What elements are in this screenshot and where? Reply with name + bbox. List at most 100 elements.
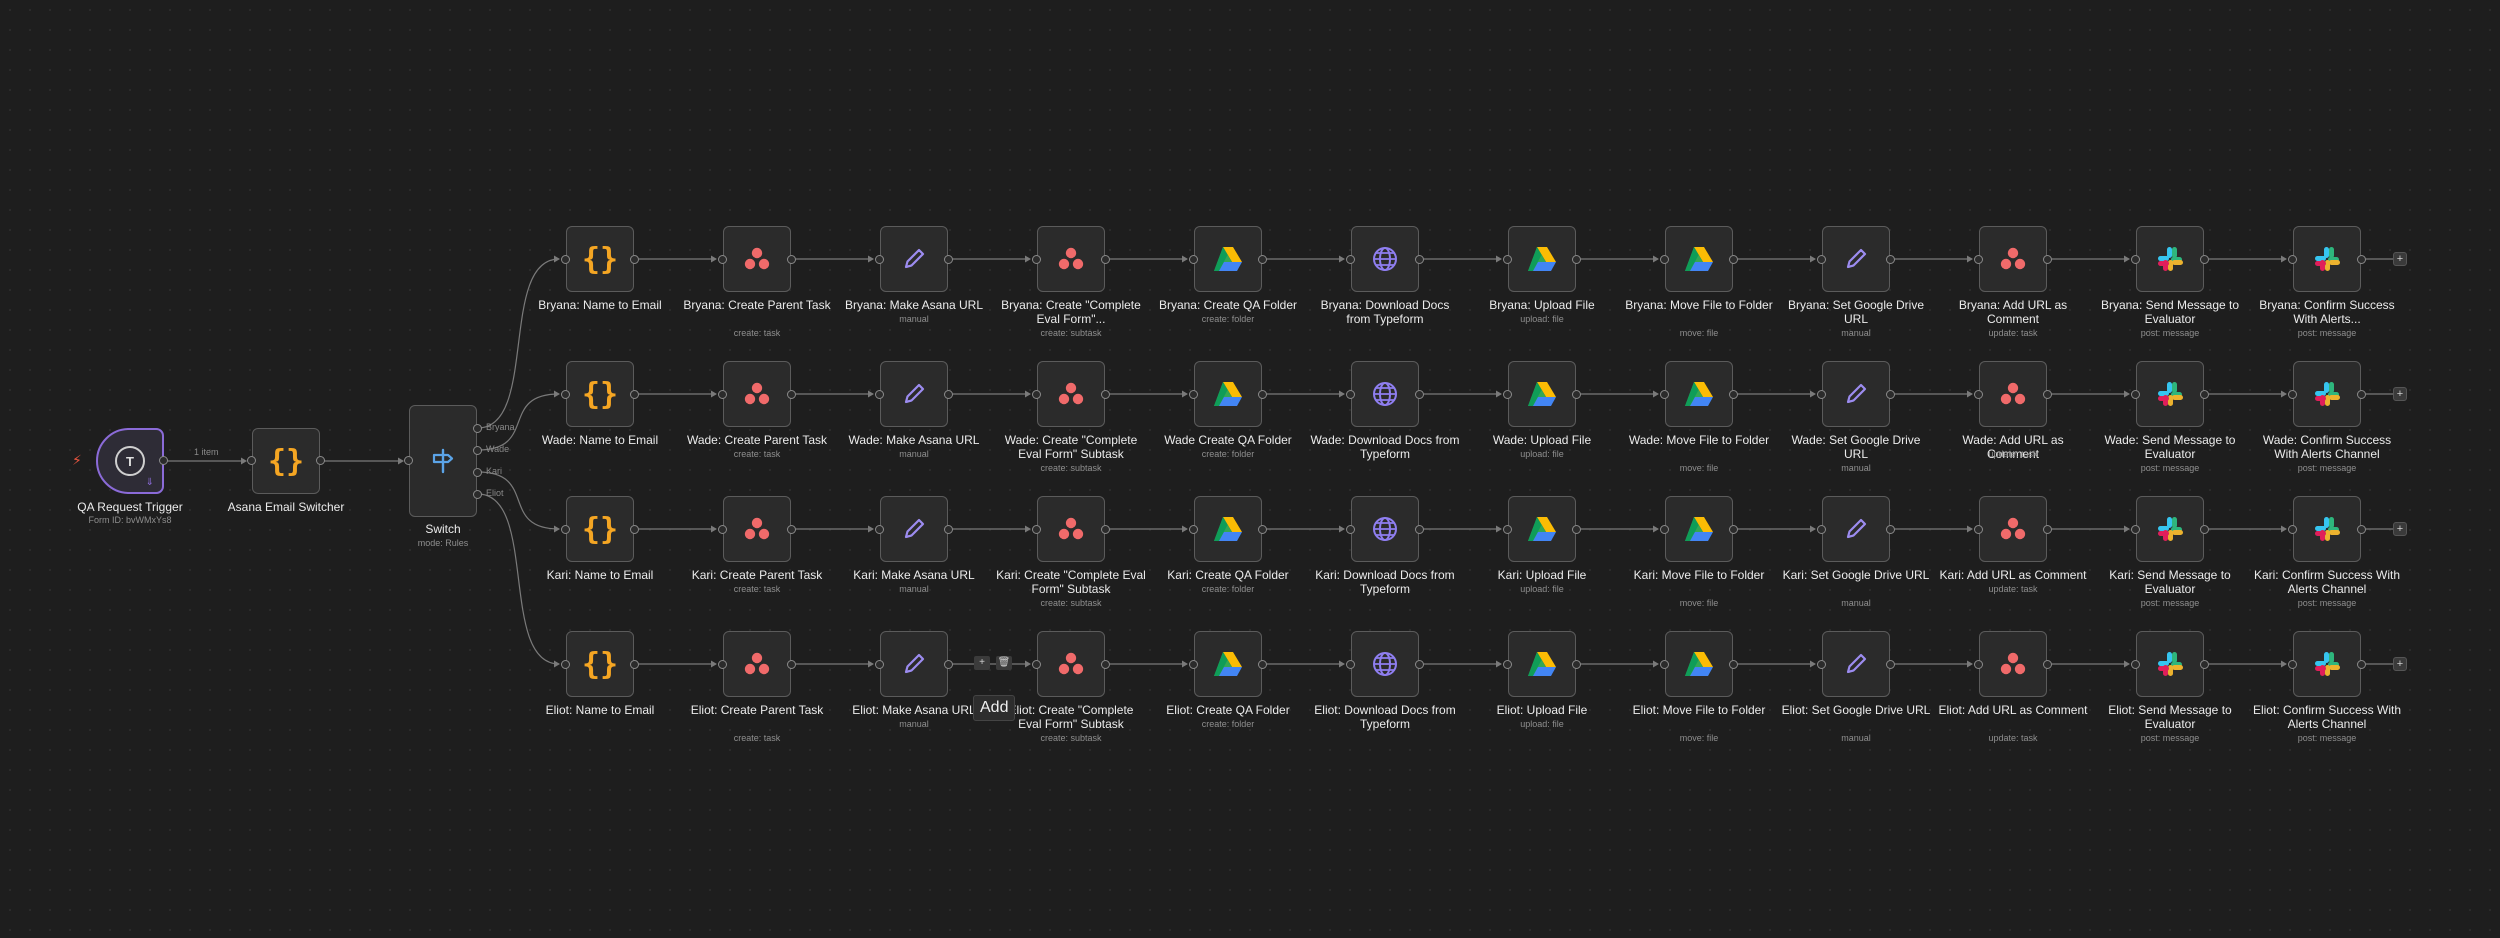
output-port[interactable] xyxy=(1101,389,1110,399)
node-wade-edit-8[interactable] xyxy=(1822,361,1890,427)
node-wade-asana-3[interactable] xyxy=(1037,361,1105,427)
input-port[interactable] xyxy=(2288,254,2297,264)
output-port[interactable] xyxy=(2357,254,2366,264)
output-port[interactable] xyxy=(630,659,639,669)
output-port[interactable] xyxy=(1415,254,1424,264)
node-kari-drive-6[interactable] xyxy=(1508,496,1576,562)
output-port[interactable] xyxy=(630,389,639,399)
edge-add-button[interactable]: + xyxy=(974,656,990,670)
output-port[interactable] xyxy=(787,524,796,534)
input-port[interactable] xyxy=(561,659,570,669)
node-kari-drive-4[interactable] xyxy=(1194,496,1262,562)
input-port[interactable] xyxy=(1189,659,1198,669)
node-kari-slack-10[interactable] xyxy=(2136,496,2204,562)
trigger-output-port[interactable] xyxy=(159,456,168,465)
node-kari-edit-2[interactable] xyxy=(880,496,948,562)
switch-node[interactable] xyxy=(409,405,477,517)
workflow-canvas[interactable]: ⚡ T ⇓ QA Request Trigger Form ID: bvWMxY… xyxy=(0,0,2500,938)
input-port[interactable] xyxy=(875,659,884,669)
output-port[interactable] xyxy=(2200,659,2209,669)
node-bryana-globe-5[interactable] xyxy=(1351,226,1419,292)
node-eliot-slack-10[interactable] xyxy=(2136,631,2204,697)
output-port[interactable] xyxy=(944,254,953,264)
connection-wire[interactable] xyxy=(477,258,560,429)
node-wade-globe-5[interactable] xyxy=(1351,361,1419,427)
input-port[interactable] xyxy=(1032,659,1041,669)
node-eliot-globe-5[interactable] xyxy=(1351,631,1419,697)
node-kari-asana-1[interactable] xyxy=(723,496,791,562)
node-wade-drive-7[interactable] xyxy=(1665,361,1733,427)
output-port[interactable] xyxy=(1729,659,1738,669)
output-port[interactable] xyxy=(1101,524,1110,534)
node-kari-slack-11[interactable] xyxy=(2293,496,2361,562)
node-wade-slack-10[interactable] xyxy=(2136,361,2204,427)
node-bryana-slack-11[interactable] xyxy=(2293,226,2361,292)
node-bryana-code-0[interactable]: {} xyxy=(566,226,634,292)
node-wade-slack-11[interactable] xyxy=(2293,361,2361,427)
node-bryana-drive-6[interactable] xyxy=(1508,226,1576,292)
node-eliot-edit-8[interactable] xyxy=(1822,631,1890,697)
switch-input-port[interactable] xyxy=(404,456,413,465)
input-port[interactable] xyxy=(875,254,884,264)
node-bryana-slack-10[interactable] xyxy=(2136,226,2204,292)
connection-wire[interactable] xyxy=(477,471,560,530)
input-port[interactable] xyxy=(2131,389,2140,399)
input-port[interactable] xyxy=(2288,524,2297,534)
output-port[interactable] xyxy=(1258,254,1267,264)
output-port[interactable] xyxy=(1886,659,1895,669)
input-port[interactable] xyxy=(1346,524,1355,534)
node-eliot-drive-6[interactable] xyxy=(1508,631,1576,697)
node-bryana-asana-1[interactable] xyxy=(723,226,791,292)
node-bryana-drive-7[interactable] xyxy=(1665,226,1733,292)
input-port[interactable] xyxy=(1503,524,1512,534)
input-port[interactable] xyxy=(2288,659,2297,669)
output-port[interactable] xyxy=(2357,659,2366,669)
node-eliot-slack-11[interactable] xyxy=(2293,631,2361,697)
switch-output-port-kari[interactable] xyxy=(473,467,482,477)
input-port[interactable] xyxy=(1503,389,1512,399)
output-port[interactable] xyxy=(2043,659,2052,669)
input-port[interactable] xyxy=(561,524,570,534)
output-port[interactable] xyxy=(630,524,639,534)
input-port[interactable] xyxy=(2131,254,2140,264)
input-port[interactable] xyxy=(718,389,727,399)
output-port[interactable] xyxy=(1258,524,1267,534)
output-port[interactable] xyxy=(787,254,796,264)
input-port[interactable] xyxy=(1503,254,1512,264)
input-port[interactable] xyxy=(1817,659,1826,669)
node-wade-asana-1[interactable] xyxy=(723,361,791,427)
output-port[interactable] xyxy=(944,389,953,399)
node-bryana-edit-8[interactable] xyxy=(1822,226,1890,292)
input-port[interactable] xyxy=(1189,254,1198,264)
output-port[interactable] xyxy=(1729,254,1738,264)
input-port[interactable] xyxy=(718,524,727,534)
input-port[interactable] xyxy=(718,659,727,669)
switch-output-port-bryana[interactable] xyxy=(473,423,482,433)
output-port[interactable] xyxy=(1886,524,1895,534)
node-bryana-edit-2[interactable] xyxy=(880,226,948,292)
node-eliot-code-0[interactable]: {} xyxy=(566,631,634,697)
input-port[interactable] xyxy=(1032,389,1041,399)
input-port[interactable] xyxy=(1346,254,1355,264)
node-kari-globe-5[interactable] xyxy=(1351,496,1419,562)
input-port[interactable] xyxy=(718,254,727,264)
output-port[interactable] xyxy=(1572,524,1581,534)
input-port[interactable] xyxy=(1660,389,1669,399)
output-port[interactable] xyxy=(1101,254,1110,264)
node-eliot-asana-9[interactable] xyxy=(1979,631,2047,697)
output-port[interactable] xyxy=(1886,254,1895,264)
add-node-button[interactable]: + xyxy=(2393,387,2407,401)
add-node-button[interactable]: + xyxy=(2393,252,2407,266)
node-wade-edit-2[interactable] xyxy=(880,361,948,427)
output-port[interactable] xyxy=(1729,389,1738,399)
edge-delete-button[interactable]: 🗑 xyxy=(996,656,1012,670)
output-port[interactable] xyxy=(2043,524,2052,534)
output-port[interactable] xyxy=(787,659,796,669)
node-eliot-asana-1[interactable] xyxy=(723,631,791,697)
input-port[interactable] xyxy=(1189,389,1198,399)
node-eliot-drive-7[interactable] xyxy=(1665,631,1733,697)
node-eliot-asana-3[interactable] xyxy=(1037,631,1105,697)
node-wade-drive-6[interactable] xyxy=(1508,361,1576,427)
output-port[interactable] xyxy=(1101,659,1110,669)
output-port[interactable] xyxy=(1572,254,1581,264)
